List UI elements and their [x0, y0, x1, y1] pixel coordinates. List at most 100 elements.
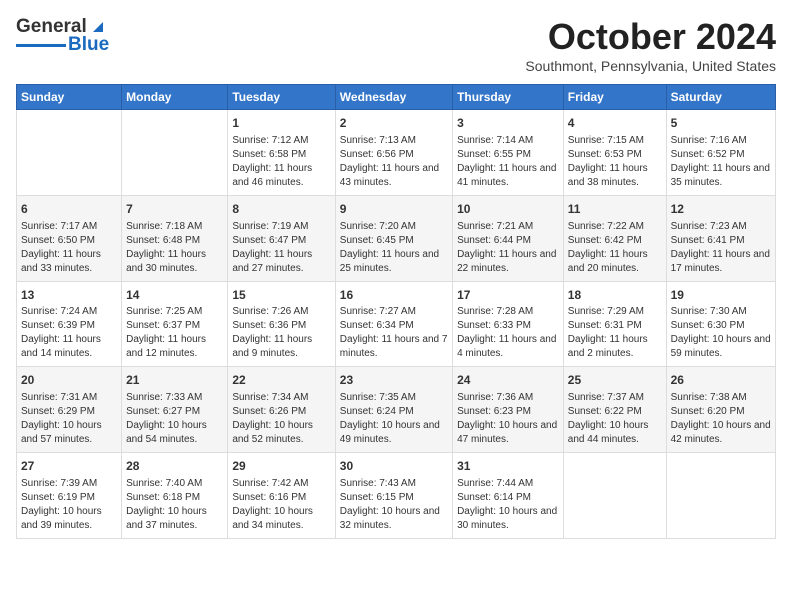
location: Southmont, Pennsylvania, United States — [525, 58, 776, 74]
column-header-monday: Monday — [122, 85, 228, 110]
day-info: Sunrise: 7:26 AM Sunset: 6:36 PM Dayligh… — [232, 305, 330, 361]
calendar-cell: 18Sunrise: 7:29 AM Sunset: 6:31 PM Dayli… — [563, 281, 666, 367]
calendar-cell: 28 Sunrise: 7:40 AM Sunset: 6:18 PM Dayli… — [122, 453, 228, 539]
calendar-cell — [666, 453, 775, 539]
day-number: 1 — [232, 115, 330, 132]
day-info: Sunrise: 7:20 AM Sunset: 6:45 PM Dayligh… — [340, 220, 448, 276]
column-header-wednesday: Wednesday — [335, 85, 452, 110]
calendar-cell: 16Sunrise: 7:27 AM Sunset: 6:34 PM Dayli… — [335, 281, 452, 367]
calendar-cell: 8Sunrise: 7:19 AM Sunset: 6:47 PM Daylig… — [228, 195, 335, 281]
logo-blue-text: Blue — [68, 34, 109, 56]
day-number: 23 — [340, 372, 448, 389]
day-info: Sunrise: 7:16 AM Sunset: 6:52 PM Dayligh… — [671, 134, 771, 190]
day-info: Sunrise: 7:18 AM Sunset: 6:48 PM Dayligh… — [126, 220, 223, 276]
calendar-cell: 31 Sunrise: 7:44 AM Sunset: 6:14 PM Dayli… — [453, 453, 564, 539]
day-number: 14 — [126, 287, 223, 304]
column-header-sunday: Sunday — [17, 85, 122, 110]
day-info: Sunrise: 7:21 AM Sunset: 6:44 PM Dayligh… — [457, 220, 559, 276]
calendar-cell: 10 Sunrise: 7:21 AM Sunset: 6:44 PM Dayli… — [453, 195, 564, 281]
calendar-header: SundayMondayTuesdayWednesdayThursdayFrid… — [17, 85, 776, 110]
day-info: Sunrise: 7:22 AM Sunset: 6:42 PM Dayligh… — [568, 220, 662, 276]
column-header-thursday: Thursday — [453, 85, 564, 110]
day-info: Sunrise: 7:24 AM Sunset: 6:39 PM Dayligh… — [21, 305, 117, 361]
day-info: Sunrise: 7:44 AM Sunset: 6:14 PM Dayligh… — [457, 477, 559, 533]
day-number: 15 — [232, 287, 330, 304]
day-number: 26 — [671, 372, 771, 389]
day-number: 19 — [671, 287, 771, 304]
calendar-cell: 29 Sunrise: 7:42 AM Sunset: 6:16 PM Dayli… — [228, 453, 335, 539]
day-info: Sunrise: 7:39 AM Sunset: 6:19 PM Dayligh… — [21, 477, 117, 533]
calendar-cell: 5 Sunrise: 7:16 AM Sunset: 6:52 PM Daylig… — [666, 110, 775, 196]
day-info: Sunrise: 7:28 AM Sunset: 6:33 PM Dayligh… — [457, 305, 559, 361]
calendar-cell: 26 Sunrise: 7:38 AM Sunset: 6:20 PM Dayli… — [666, 367, 775, 453]
day-info: Sunrise: 7:38 AM Sunset: 6:20 PM Dayligh… — [671, 391, 771, 447]
day-info: Sunrise: 7:42 AM Sunset: 6:16 PM Dayligh… — [232, 477, 330, 533]
day-info: Sunrise: 7:25 AM Sunset: 6:37 PM Dayligh… — [126, 305, 223, 361]
calendar-week-4: 20 Sunrise: 7:31 AM Sunset: 6:29 PM Dayli… — [17, 367, 776, 453]
calendar-cell: 15Sunrise: 7:26 AM Sunset: 6:36 PM Dayli… — [228, 281, 335, 367]
logo: General Blue — [16, 16, 109, 56]
day-info: Sunrise: 7:29 AM Sunset: 6:31 PM Dayligh… — [568, 305, 662, 361]
calendar-cell: 19Sunrise: 7:30 AM Sunset: 6:30 PM Dayli… — [666, 281, 775, 367]
day-info: Sunrise: 7:43 AM Sunset: 6:15 PM Dayligh… — [340, 477, 448, 533]
page-header: General Blue October 2024 Southmont, Pen… — [16, 16, 776, 74]
column-header-saturday: Saturday — [666, 85, 775, 110]
day-number: 13 — [21, 287, 117, 304]
day-number: 31 — [457, 458, 559, 475]
column-header-friday: Friday — [563, 85, 666, 110]
day-number: 21 — [126, 372, 223, 389]
calendar-cell: 3 Sunrise: 7:14 AM Sunset: 6:55 PM Daylig… — [453, 110, 564, 196]
day-info: Sunrise: 7:40 AM Sunset: 6:18 PM Dayligh… — [126, 477, 223, 533]
day-info: Sunrise: 7:30 AM Sunset: 6:30 PM Dayligh… — [671, 305, 771, 361]
calendar-cell — [122, 110, 228, 196]
day-info: Sunrise: 7:37 AM Sunset: 6:22 PM Dayligh… — [568, 391, 662, 447]
calendar-week-5: 27Sunrise: 7:39 AM Sunset: 6:19 PM Dayli… — [17, 453, 776, 539]
day-number: 6 — [21, 201, 117, 218]
calendar-cell — [563, 453, 666, 539]
calendar-cell: 1 Sunrise: 7:12 AM Sunset: 6:58 PM Daylig… — [228, 110, 335, 196]
calendar-cell: 12Sunrise: 7:23 AM Sunset: 6:41 PM Dayli… — [666, 195, 775, 281]
day-number: 3 — [457, 115, 559, 132]
day-info: Sunrise: 7:19 AM Sunset: 6:47 PM Dayligh… — [232, 220, 330, 276]
calendar-cell: 25 Sunrise: 7:37 AM Sunset: 6:22 PM Dayli… — [563, 367, 666, 453]
day-info: Sunrise: 7:14 AM Sunset: 6:55 PM Dayligh… — [457, 134, 559, 190]
calendar-cell: 13Sunrise: 7:24 AM Sunset: 6:39 PM Dayli… — [17, 281, 122, 367]
day-number: 10 — [457, 201, 559, 218]
calendar-body: 1 Sunrise: 7:12 AM Sunset: 6:58 PM Daylig… — [17, 110, 776, 539]
day-number: 30 — [340, 458, 448, 475]
day-number: 7 — [126, 201, 223, 218]
day-number: 29 — [232, 458, 330, 475]
day-info: Sunrise: 7:13 AM Sunset: 6:56 PM Dayligh… — [340, 134, 448, 190]
day-number: 24 — [457, 372, 559, 389]
calendar-cell: 4 Sunrise: 7:15 AM Sunset: 6:53 PM Daylig… — [563, 110, 666, 196]
day-info: Sunrise: 7:31 AM Sunset: 6:29 PM Dayligh… — [21, 391, 117, 447]
calendar-cell: 21Sunrise: 7:33 AM Sunset: 6:27 PM Dayli… — [122, 367, 228, 453]
day-info: Sunrise: 7:34 AM Sunset: 6:26 PM Dayligh… — [232, 391, 330, 447]
calendar-cell: 20 Sunrise: 7:31 AM Sunset: 6:29 PM Dayli… — [17, 367, 122, 453]
calendar-cell — [17, 110, 122, 196]
day-number: 20 — [21, 372, 117, 389]
calendar-cell: 7 Sunrise: 7:18 AM Sunset: 6:48 PM Daylig… — [122, 195, 228, 281]
calendar-week-3: 13Sunrise: 7:24 AM Sunset: 6:39 PM Dayli… — [17, 281, 776, 367]
day-number: 5 — [671, 115, 771, 132]
day-info: Sunrise: 7:12 AM Sunset: 6:58 PM Dayligh… — [232, 134, 330, 190]
calendar-cell: 6Sunrise: 7:17 AM Sunset: 6:50 PM Daylig… — [17, 195, 122, 281]
day-number: 17 — [457, 287, 559, 304]
calendar-cell: 24Sunrise: 7:36 AM Sunset: 6:23 PM Dayli… — [453, 367, 564, 453]
day-number: 4 — [568, 115, 662, 132]
calendar-cell: 17Sunrise: 7:28 AM Sunset: 6:33 PM Dayli… — [453, 281, 564, 367]
calendar-cell: 2Sunrise: 7:13 AM Sunset: 6:56 PM Daylig… — [335, 110, 452, 196]
month-title: October 2024 — [525, 16, 776, 58]
day-info: Sunrise: 7:35 AM Sunset: 6:24 PM Dayligh… — [340, 391, 448, 447]
calendar-week-2: 6Sunrise: 7:17 AM Sunset: 6:50 PM Daylig… — [17, 195, 776, 281]
day-info: Sunrise: 7:27 AM Sunset: 6:34 PM Dayligh… — [340, 305, 448, 361]
calendar-week-1: 1 Sunrise: 7:12 AM Sunset: 6:58 PM Daylig… — [17, 110, 776, 196]
day-number: 28 — [126, 458, 223, 475]
day-info: Sunrise: 7:15 AM Sunset: 6:53 PM Dayligh… — [568, 134, 662, 190]
column-header-tuesday: Tuesday — [228, 85, 335, 110]
calendar-cell: 30 Sunrise: 7:43 AM Sunset: 6:15 PM Dayli… — [335, 453, 452, 539]
day-number: 25 — [568, 372, 662, 389]
day-number: 11 — [568, 201, 662, 218]
day-number: 18 — [568, 287, 662, 304]
calendar-cell: 27Sunrise: 7:39 AM Sunset: 6:19 PM Dayli… — [17, 453, 122, 539]
